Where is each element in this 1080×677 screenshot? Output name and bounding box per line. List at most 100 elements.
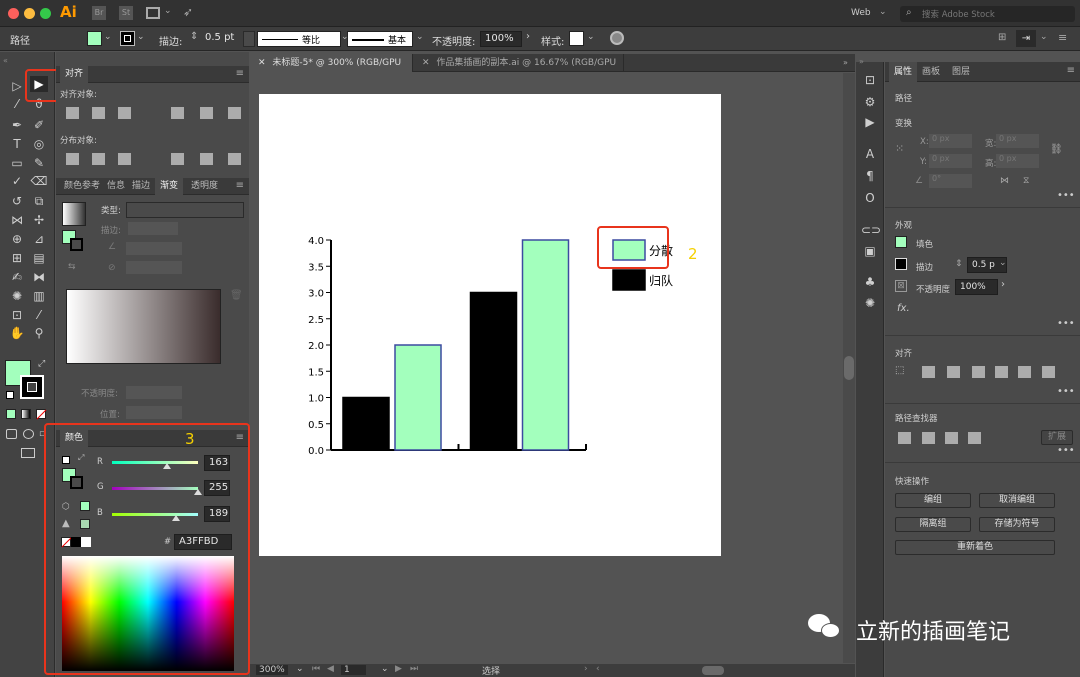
gradient-aspect-input[interactable] bbox=[126, 261, 182, 274]
perspective-grid-tool-icon[interactable]: ⊿ bbox=[30, 231, 48, 247]
variable-width-profile[interactable]: 等比 bbox=[257, 31, 341, 47]
chevron-down-icon[interactable]: ⌄ bbox=[296, 664, 304, 674]
panel-menu-icon[interactable]: ≡ bbox=[1067, 65, 1075, 76]
trash-icon[interactable]: 🗑 bbox=[230, 290, 243, 301]
chevron-down-icon[interactable]: ⌄ bbox=[137, 32, 145, 42]
gradient-stroke-icon[interactable] bbox=[70, 238, 83, 251]
chevron-right-icon[interactable]: › bbox=[584, 664, 588, 674]
paintbrush-tool-icon[interactable]: ✎ bbox=[30, 155, 48, 171]
gradient-slider[interactable] bbox=[66, 289, 221, 364]
gradient-location-input[interactable] bbox=[126, 406, 182, 419]
chevron-down-icon[interactable]: ⌄ bbox=[587, 32, 595, 42]
angle-input[interactable]: 0° bbox=[929, 174, 972, 188]
align-bottom-icon[interactable] bbox=[1042, 366, 1055, 378]
symbols-panel-icon[interactable]: ♣ bbox=[861, 274, 879, 290]
y-input[interactable]: 0 px bbox=[929, 154, 972, 168]
y-tick-label[interactable]: 0.0 bbox=[308, 446, 324, 457]
opacity-input[interactable]: 100% bbox=[480, 31, 522, 47]
exclude-icon[interactable] bbox=[968, 432, 981, 444]
distribute-bottom-icon[interactable] bbox=[118, 153, 131, 165]
stroke-swatch[interactable] bbox=[20, 375, 44, 399]
stock-icon[interactable]: St bbox=[119, 6, 133, 20]
distribute-hcenter-icon[interactable] bbox=[200, 153, 213, 165]
tab-transparency[interactable]: 透明度 bbox=[186, 178, 223, 195]
screen-mode-icon[interactable] bbox=[21, 448, 35, 458]
x-input[interactable]: 0 px bbox=[929, 134, 972, 148]
slice-tool-icon[interactable]: ⁄ bbox=[30, 307, 48, 323]
y-tick-label[interactable]: 1.5 bbox=[308, 367, 324, 378]
bar-fensan[interactable] bbox=[394, 344, 442, 451]
fx-button[interactable]: fx. bbox=[897, 303, 910, 314]
constrain-proportions-icon[interactable]: ⛓ bbox=[1050, 144, 1063, 155]
draw-mode-icon[interactable] bbox=[6, 429, 17, 439]
collapse-icon[interactable]: « bbox=[3, 56, 8, 65]
column-graph-tool-icon[interactable]: ▥ bbox=[30, 288, 48, 304]
artboard[interactable]: 0.0 0.5 1.0 1.5 2.0 2.5 3.0 3.5 4.0 分散 归队 bbox=[259, 94, 721, 556]
asset-export-icon[interactable]: ⚙ bbox=[861, 94, 879, 110]
chevron-down-icon[interactable]: ⌄ bbox=[381, 664, 389, 674]
arrange-documents-icon[interactable] bbox=[146, 7, 160, 19]
y-tick-label[interactable]: 2.0 bbox=[308, 341, 324, 352]
align-hcenter-icon[interactable] bbox=[947, 366, 960, 378]
appearance-stroke-swatch[interactable] bbox=[895, 258, 907, 270]
swap-fill-stroke-icon[interactable]: ⤢ bbox=[38, 359, 45, 369]
legend-label[interactable]: 归队 bbox=[649, 273, 673, 288]
maximize-window-button[interactable] bbox=[40, 8, 51, 19]
blend-tool-icon[interactable]: ⧓ bbox=[30, 269, 48, 285]
minus-front-icon[interactable] bbox=[922, 432, 935, 444]
unite-icon[interactable] bbox=[898, 432, 911, 444]
mesh-tool-icon[interactable]: ⊞ bbox=[8, 250, 26, 266]
align-bottom-icon[interactable] bbox=[228, 107, 241, 119]
distribute-right-icon[interactable] bbox=[228, 153, 241, 165]
graphic-style-swatch[interactable] bbox=[569, 31, 584, 46]
curvature-tool-icon[interactable]: ✐ bbox=[30, 117, 48, 133]
next-artboard-icon[interactable]: ▶ bbox=[395, 664, 402, 674]
zoom-level-input[interactable]: 300% bbox=[256, 665, 288, 675]
y-tick-label[interactable]: 0.5 bbox=[308, 420, 324, 431]
status-mode-label[interactable]: 选择 bbox=[482, 664, 500, 677]
minimize-window-button[interactable] bbox=[24, 8, 35, 19]
expand-button[interactable]: 扩展 bbox=[1041, 430, 1073, 445]
tab-stroke[interactable]: 描边 bbox=[127, 178, 155, 195]
workspace-switcher[interactable]: Web bbox=[851, 8, 871, 18]
eyedropper-tool-icon[interactable]: ✍ bbox=[8, 269, 26, 285]
selection-tool-icon[interactable]: ▷ bbox=[8, 78, 26, 94]
align-vcenter-icon[interactable] bbox=[200, 107, 213, 119]
align-icon[interactable]: ⊞ bbox=[998, 32, 1006, 43]
bridge-icon[interactable]: Br bbox=[92, 6, 106, 20]
column-chart[interactable]: 0.00.51.01.52.02.53.03.54.0分散归队 bbox=[259, 94, 721, 556]
more-options-icon[interactable]: ••• bbox=[1057, 386, 1075, 397]
align-vcenter-icon[interactable] bbox=[1018, 366, 1031, 378]
close-window-button[interactable] bbox=[8, 8, 19, 19]
first-artboard-icon[interactable]: ⏮ bbox=[312, 664, 320, 674]
previous-artboard-icon[interactable]: ◀ bbox=[327, 664, 334, 674]
chevron-down-icon[interactable]: ⌄ bbox=[104, 32, 112, 42]
legend-swatch[interactable] bbox=[612, 269, 646, 291]
stroke-weight-dropdown[interactable] bbox=[243, 31, 255, 47]
spiral-tool-icon[interactable]: ◎ bbox=[30, 136, 48, 152]
rectangle-tool-icon[interactable]: ▭ bbox=[8, 155, 26, 171]
height-input[interactable]: 0 px bbox=[996, 154, 1039, 168]
symbol-sprayer-tool-icon[interactable]: ✺ bbox=[8, 288, 26, 304]
default-colors-icon[interactable] bbox=[6, 391, 14, 399]
y-tick-label[interactable]: 1.0 bbox=[308, 394, 324, 405]
last-artboard-icon[interactable]: ⏭ bbox=[410, 664, 418, 674]
chevron-left-icon[interactable]: ‹ bbox=[596, 664, 600, 674]
gpu-performance-icon[interactable]: ➶ bbox=[183, 5, 193, 19]
collapse-icon[interactable]: » bbox=[859, 57, 864, 66]
bar-fensan[interactable] bbox=[521, 239, 570, 451]
pen-tool-icon[interactable]: ✒ bbox=[8, 117, 26, 133]
opacity-input[interactable]: 100% bbox=[955, 279, 998, 295]
chevron-down-icon[interactable]: ⌄ bbox=[416, 32, 424, 42]
align-to-selection-icon[interactable]: ⬚ bbox=[895, 365, 904, 376]
y-tick-label[interactable]: 4.0 bbox=[308, 236, 324, 247]
transform-icon[interactable]: ⇥ bbox=[1016, 30, 1036, 47]
panel-menu-icon[interactable]: ≡ bbox=[236, 68, 244, 79]
chevron-down-icon[interactable]: ⌄ bbox=[1040, 32, 1048, 42]
brushes-panel-icon[interactable]: ✺ bbox=[861, 295, 879, 311]
brush-definition[interactable]: 基本 bbox=[347, 31, 413, 47]
flip-vertical-icon[interactable]: ⧖ bbox=[1023, 176, 1029, 186]
chevron-down-icon[interactable]: ⌄ bbox=[999, 258, 1007, 268]
stepper-icon[interactable]: ⇕ bbox=[190, 31, 198, 42]
gradient-mode-icon[interactable] bbox=[21, 409, 31, 419]
